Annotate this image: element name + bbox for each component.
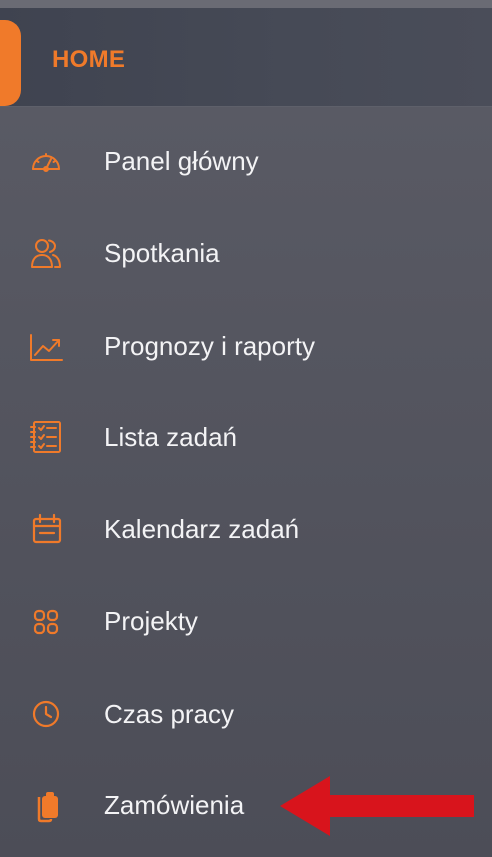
clock-icon: [28, 696, 64, 732]
top-divider: [0, 0, 492, 8]
menu-item-czas-pracy[interactable]: Czas pracy: [0, 679, 492, 749]
menu-item-label: Czas pracy: [104, 699, 235, 729]
section-header-home[interactable]: HOME: [0, 8, 492, 107]
grid-icon: [28, 603, 64, 639]
menu-item-label: Projekty: [104, 606, 198, 636]
menu-item-label: Lista zadań: [104, 422, 237, 452]
menu-item-label: Spotkania: [104, 238, 220, 268]
calendar-icon: [28, 511, 64, 547]
sidebar: HOME Panel główny Spotkania Prognozy i r…: [0, 0, 492, 857]
menu-item-prognozy-i-raporty[interactable]: Prognozy i raporty: [0, 311, 492, 381]
menu-item-label: Zamówienia: [104, 790, 245, 820]
checklist-icon: [28, 419, 64, 455]
menu-item-panel-glowny[interactable]: Panel główny: [0, 126, 492, 196]
menu-item-label: Kalendarz zadań: [104, 514, 300, 544]
active-indicator: [0, 20, 21, 106]
users-icon: [28, 235, 64, 271]
chart-line-icon: [28, 328, 64, 364]
menu-item-kalendarz-zadan[interactable]: Kalendarz zadań: [0, 494, 492, 564]
menu-item-projekty[interactable]: Projekty: [0, 586, 492, 656]
menu-item-lista-zadan[interactable]: Lista zadań: [0, 402, 492, 472]
menu-item-spotkania[interactable]: Spotkania: [0, 218, 492, 288]
speedometer-icon: [28, 143, 64, 179]
menu-item-label: Prognozy i raporty: [104, 331, 315, 361]
section-title: HOME: [52, 46, 126, 73]
menu-item-label: Panel główny: [104, 146, 259, 176]
clipboard-icon: [28, 787, 64, 823]
annotation-arrow-icon: [280, 776, 474, 836]
